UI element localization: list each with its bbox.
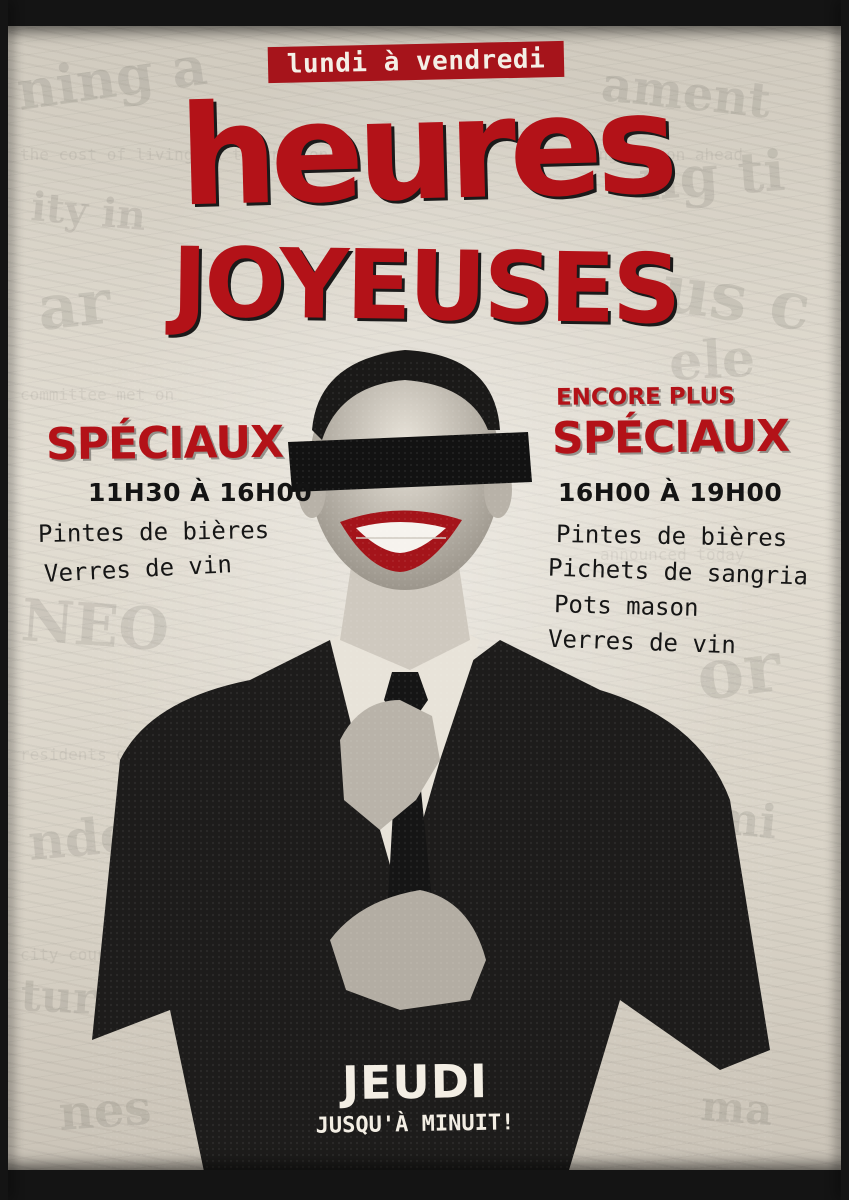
right-kicker: ENCORE PLUS xyxy=(555,383,735,411)
left-hours: 11H30 À 16H00 xyxy=(88,478,313,507)
poster-left-edge xyxy=(0,0,8,1200)
poster-bottom-edge xyxy=(0,1170,849,1200)
right-heading: SPÉCIAUX xyxy=(551,410,790,465)
poster-right-edge xyxy=(841,0,849,1200)
title-joyeuses: JOYEUSES xyxy=(170,226,680,346)
poster-top-edge xyxy=(0,0,849,26)
right-item: Pots mason xyxy=(553,590,699,622)
right-hours: 16H00 À 19H00 xyxy=(558,478,783,507)
left-heading: SPÉCIAUX xyxy=(45,416,284,471)
thursday-note: JUSQU'À MINUIT! xyxy=(315,1110,515,1139)
title-heures: heures xyxy=(177,63,673,238)
poster: ning a ament ng ti ity in ar us c ele NE… xyxy=(0,0,849,1200)
thursday-title: JEUDI xyxy=(341,1053,489,1111)
left-item: Pintes de bières xyxy=(37,515,270,549)
right-item: Pintes de bières xyxy=(555,519,788,553)
